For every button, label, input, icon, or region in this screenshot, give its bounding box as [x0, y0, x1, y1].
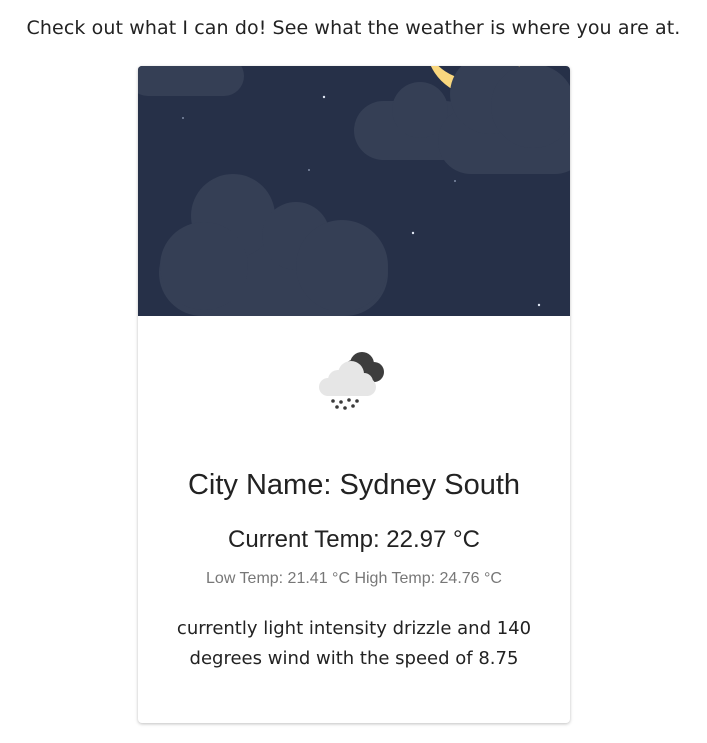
- weather-description: currently light intensity drizzle and 14…: [176, 618, 532, 669]
- low-high-temp: Low Temp: 21.41 °C High Temp: 24.76 °C: [206, 570, 502, 587]
- weather-card: City Name: Sydney South Current Temp: 22…: [138, 66, 570, 723]
- city-name: City Name: Sydney South: [187, 469, 521, 501]
- night-sky-image: [138, 66, 570, 316]
- current-temp: Current Temp: 22.97 °C: [228, 526, 480, 553]
- intro-text: Check out what I can do! See what the we…: [26, 17, 681, 39]
- drizzle-icon: [319, 352, 384, 410]
